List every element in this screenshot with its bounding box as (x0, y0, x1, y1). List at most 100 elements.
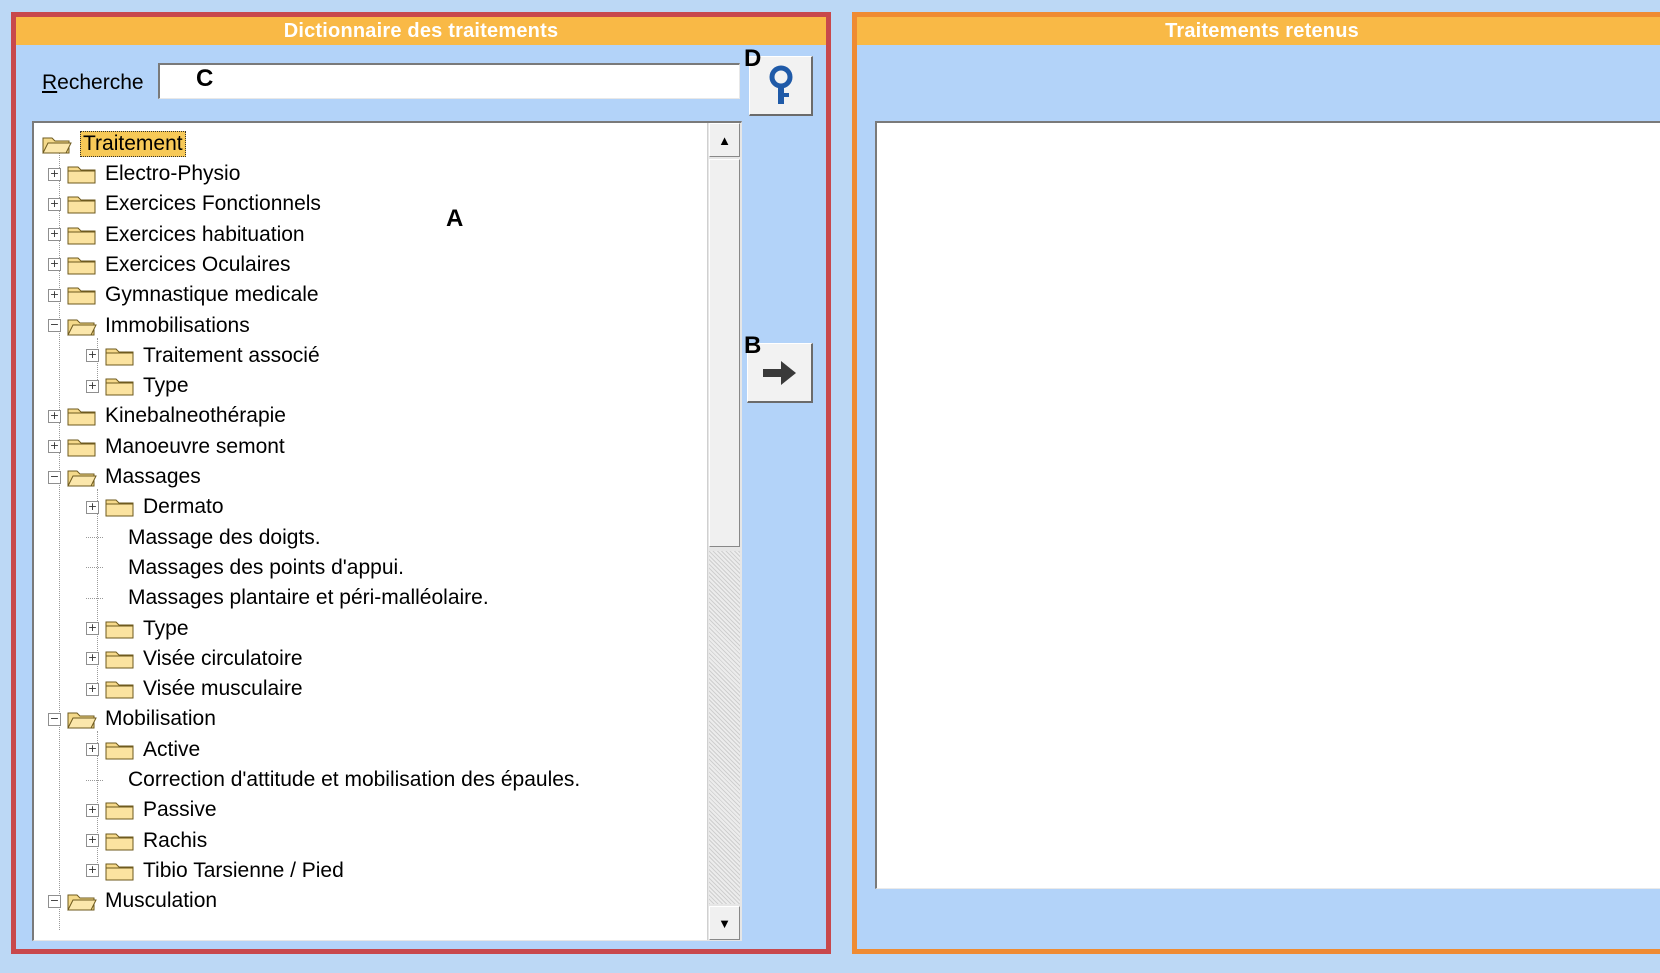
folder-icon (105, 651, 134, 669)
expand-icon[interactable]: + (48, 288, 61, 302)
tree-node-label: Type (143, 616, 189, 640)
tree-folder-node[interactable]: + Dermato (86, 492, 224, 522)
scroll-up-button[interactable]: ▲ (709, 123, 740, 157)
annotation-marker-c: C (196, 65, 214, 92)
tree-folder-node[interactable]: + Visée musculaire (86, 674, 303, 704)
tree-folder-node[interactable]: + Active (86, 735, 200, 765)
tree-connector (86, 597, 103, 599)
key-icon (769, 65, 792, 104)
tree-folder-node[interactable]: + Gymnastique medicale (48, 280, 319, 310)
annotation-marker-a: A (446, 205, 464, 232)
tree-folder-node[interactable]: + Passive (86, 795, 217, 825)
expand-icon[interactable]: + (86, 803, 99, 817)
tree-leaf-item[interactable]: Massages plantaire et péri-malléolaire. (86, 583, 489, 613)
tree-connector (86, 779, 103, 781)
tree-folder-node[interactable]: + Kinebalneothérapie (48, 401, 286, 431)
expand-icon[interactable]: + (48, 197, 61, 211)
expand-icon[interactable]: + (86, 682, 99, 696)
tree-folder-node[interactable]: + Tibio Tarsienne / Pied (86, 856, 344, 886)
tree-node-label: Tibio Tarsienne / Pied (143, 858, 344, 882)
open-folder-icon (67, 319, 97, 335)
tree-leaf-item[interactable]: Massage des doigts. (86, 523, 321, 553)
collapse-icon[interactable]: − (48, 470, 61, 484)
folder-icon (67, 408, 96, 426)
treatment-tree[interactable]: Traitement + Electro-Physio + Exercices Fon… (32, 121, 742, 941)
tree-node-label: Passive (143, 798, 217, 822)
expand-icon[interactable]: + (48, 409, 61, 423)
expand-icon[interactable]: + (86, 743, 99, 757)
scroll-track[interactable] (709, 551, 740, 904)
tree-folder-node[interactable]: + Exercices habituation (48, 220, 305, 250)
tree-node-label: Traitement (80, 131, 186, 157)
tree-scrollbar[interactable]: ▲ ▼ (707, 123, 741, 940)
folder-icon (67, 166, 96, 184)
tree-folder-node[interactable]: + Exercices Oculaires (48, 250, 291, 280)
tree-folder-node[interactable]: + Visée circulatoire (86, 644, 303, 674)
expand-icon[interactable]: + (48, 258, 61, 272)
folder-icon (67, 439, 96, 457)
tree-folder-node[interactable]: − Mobilisation (48, 704, 216, 734)
tree-node-label: Dermato (143, 495, 224, 519)
arrow-right-icon (762, 360, 796, 385)
folder-icon (105, 681, 134, 699)
tree-folder-node[interactable]: + Rachis (86, 826, 207, 856)
tree-folder-node[interactable]: + Exercices Fonctionnels (48, 189, 321, 219)
tree-node-label: Visée musculaire (143, 677, 303, 701)
folder-icon (105, 348, 134, 366)
tree-node-label: Massage des doigts. (128, 525, 321, 549)
folder-icon (105, 802, 134, 820)
tree-folder-node[interactable]: + Type (86, 371, 189, 401)
tree-node-label: Traitement associé (143, 343, 320, 367)
tree-folder-node[interactable]: − Immobilisations (48, 311, 250, 341)
expand-icon[interactable]: + (48, 167, 61, 181)
tree-node-label: Massages plantaire et péri-malléolaire. (128, 586, 489, 610)
folder-icon (105, 621, 134, 638)
tree-node-label: Exercices Oculaires (105, 252, 291, 276)
tree-folder-node[interactable]: + Manoeuvre semont (48, 432, 285, 462)
selected-treatments-list[interactable] (875, 121, 1660, 889)
tree-folder-node[interactable]: + Type (86, 614, 189, 644)
open-folder-icon (67, 894, 97, 911)
expand-icon[interactable]: + (86, 349, 99, 363)
tree-folder-node[interactable]: + Electro-Physio (48, 159, 240, 189)
tree-node-root[interactable]: Traitement (42, 129, 186, 159)
tree-node-label: Type (143, 374, 189, 398)
expand-icon[interactable]: + (86, 834, 99, 848)
scroll-down-button[interactable]: ▼ (709, 906, 740, 940)
expand-icon[interactable]: + (48, 440, 61, 454)
tree-node-label: Visée circulatoire (143, 646, 303, 670)
tree-leaf-item[interactable]: Massages des points d'appui. (86, 553, 404, 583)
scroll-thumb[interactable] (709, 159, 740, 547)
expand-icon[interactable]: + (86, 500, 99, 514)
tree-node-label: Immobilisations (105, 313, 250, 337)
expand-icon[interactable]: + (48, 228, 61, 242)
tree-leaf-item[interactable]: Correction d'attitude et mobilisation de… (86, 765, 580, 795)
folder-icon (67, 257, 96, 275)
expand-icon[interactable]: + (86, 379, 99, 393)
annotation-marker-b: B (744, 332, 762, 359)
tree-node-label: Manoeuvre semont (105, 434, 285, 458)
collapse-icon[interactable]: − (48, 894, 61, 908)
open-folder-icon (67, 712, 97, 729)
collapse-icon[interactable]: − (48, 712, 61, 726)
search-label: Recherche (42, 71, 144, 94)
expand-icon[interactable]: + (86, 652, 99, 666)
tree-node-label: Active (143, 737, 201, 761)
search-input[interactable] (158, 63, 740, 99)
tree-connector (86, 567, 103, 569)
expand-icon[interactable]: + (86, 864, 99, 878)
tree-folder-node[interactable]: + Traitement associé (86, 341, 320, 371)
collapse-icon[interactable]: − (48, 319, 61, 332)
folder-icon (67, 227, 96, 245)
folder-icon (67, 196, 96, 214)
tree-folder-node[interactable]: − Massages (48, 462, 201, 492)
selected-treatments-panel: Traitements retenus (852, 12, 1660, 954)
tree-folder-node[interactable]: − Musculation (48, 886, 217, 916)
tree-node-label: Massages des points d'appui. (128, 555, 405, 579)
open-folder-icon (67, 470, 97, 487)
open-folder-icon (42, 137, 72, 154)
treatment-dictionary-title: Dictionnaire des traitements (16, 17, 826, 45)
expand-icon[interactable]: + (86, 622, 99, 635)
treatment-dictionary-panel: Dictionnaire des traitements Recherche C… (11, 12, 831, 954)
tree-connector (86, 537, 103, 539)
